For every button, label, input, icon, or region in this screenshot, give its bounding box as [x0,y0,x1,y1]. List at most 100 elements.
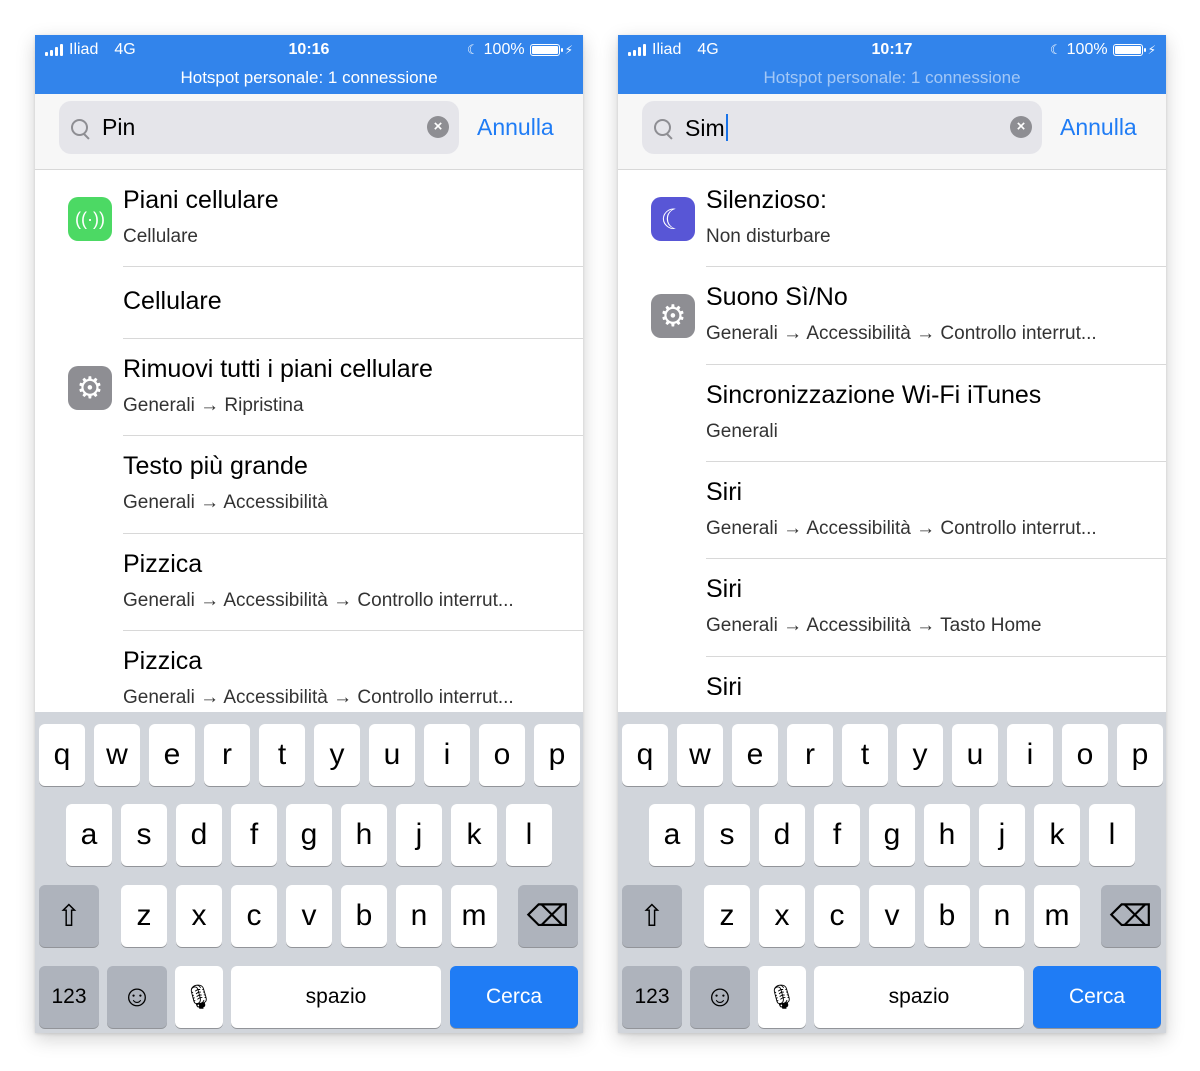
key-p[interactable]: p [1117,724,1163,786]
key-h[interactable]: h [924,804,970,866]
search-input[interactable]: Pin × [59,101,459,154]
key-n[interactable]: n [979,885,1025,947]
list-item[interactable]: Siri [618,657,1166,712]
key-d[interactable]: d [176,804,222,866]
list-item[interactable]: Siri Generali → Accessibilità → Controll… [618,462,1166,559]
item-title: Piani cellulare [123,186,279,214]
key-g[interactable]: g [869,804,915,866]
key-z[interactable]: z [704,885,750,947]
search-key[interactable]: Cerca [450,966,578,1028]
cancel-button[interactable]: Annulla [477,114,554,141]
mic-key[interactable]: 🎙 [758,966,806,1028]
key-o[interactable]: o [1062,724,1108,786]
phone-screen-right: Iliad 4G 10:17 ☾ 100% ⚡ Hotspot personal… [618,35,1166,1033]
key-j[interactable]: j [396,804,442,866]
space-key[interactable]: spazio [231,966,441,1028]
key-r[interactable]: r [204,724,250,786]
item-subtitle: Generali → Ripristina [123,395,304,416]
key-w[interactable]: w [677,724,723,786]
key-a[interactable]: a [66,804,112,866]
key-g[interactable]: g [286,804,332,866]
list-item[interactable]: Sincronizzazione Wi-Fi iTunes Generali [618,365,1166,462]
dnd-moon-icon: ☾ [1049,42,1062,57]
key-e[interactable]: e [732,724,778,786]
search-key[interactable]: Cerca [1033,966,1161,1028]
key-o[interactable]: o [479,724,525,786]
results-list: ☾ Silenzioso: Non disturbare ⚙ Suono Sì/… [618,170,1166,712]
key-r[interactable]: r [787,724,833,786]
key-q[interactable]: q [622,724,668,786]
key-v[interactable]: v [286,885,332,947]
list-item[interactable]: ⚙ Rimuovi tutti i piani cellulare Genera… [35,339,583,436]
key-j[interactable]: j [979,804,1025,866]
list-item[interactable]: Pizzica Generali → Accessibilità → Contr… [35,631,583,712]
key-k[interactable]: k [1034,804,1080,866]
key-i[interactable]: i [1007,724,1053,786]
shift-key[interactable]: ⇧ [622,885,682,947]
list-item[interactable]: Cellulare [35,267,583,339]
list-item[interactable]: ((·)) Piani cellulare Cellulare [35,170,583,267]
key-c[interactable]: c [814,885,860,947]
list-item[interactable]: ☾ Silenzioso: Non disturbare [618,170,1166,267]
key-x[interactable]: x [759,885,805,947]
clear-icon[interactable]: × [427,116,449,138]
key-i[interactable]: i [424,724,470,786]
hotspot-banner[interactable]: Hotspot personale: 1 connessione [35,68,583,88]
key-y[interactable]: y [897,724,943,786]
search-icon [654,119,671,136]
key-h[interactable]: h [341,804,387,866]
space-key[interactable]: spazio [814,966,1024,1028]
list-item[interactable]: Pizzica Generali → Accessibilità → Contr… [35,534,583,631]
search-query: Sim [685,115,725,141]
key-p[interactable]: p [534,724,580,786]
numbers-key[interactable]: 123 [622,966,682,1028]
key-d[interactable]: d [759,804,805,866]
key-u[interactable]: u [369,724,415,786]
microphone-icon: 🎙 [766,983,798,1011]
key-z[interactable]: z [121,885,167,947]
list-item[interactable]: Testo più grande Generali → Accessibilit… [35,436,583,534]
results-list: ((·)) Piani cellulare Cellulare Cellular… [35,170,583,712]
key-q[interactable]: q [39,724,85,786]
key-s[interactable]: s [704,804,750,866]
item-subtitle: Non disturbare [706,226,831,247]
list-item[interactable]: ⚙ Suono Sì/No Generali → Accessibilità →… [618,267,1166,365]
shift-key[interactable]: ⇧ [39,885,99,947]
cancel-button[interactable]: Annulla [1060,114,1137,141]
key-n[interactable]: n [396,885,442,947]
emoji-key[interactable]: ☺ [690,966,750,1028]
key-f[interactable]: f [231,804,277,866]
hotspot-banner[interactable]: Hotspot personale: 1 connessione [618,68,1166,88]
key-f[interactable]: f [814,804,860,866]
key-t[interactable]: t [842,724,888,786]
key-b[interactable]: b [924,885,970,947]
key-y[interactable]: y [314,724,360,786]
key-e[interactable]: e [149,724,195,786]
key-u[interactable]: u [952,724,998,786]
key-l[interactable]: l [1089,804,1135,866]
key-v[interactable]: v [869,885,915,947]
key-k[interactable]: k [451,804,497,866]
item-title: Suono Sì/No [706,283,848,311]
key-m[interactable]: m [1034,885,1080,947]
item-title: Siri [706,575,743,603]
status-bar: Iliad 4G 10:16 ☾ 100% ⚡ Hotspot personal… [35,35,583,94]
key-w[interactable]: w [94,724,140,786]
backspace-key[interactable]: ⌫ [518,885,578,947]
clear-icon[interactable]: × [1010,116,1032,138]
key-a[interactable]: a [649,804,695,866]
key-s[interactable]: s [121,804,167,866]
list-item[interactable]: Siri Generali → Accessibilità → Tasto Ho… [618,559,1166,657]
key-t[interactable]: t [259,724,305,786]
key-c[interactable]: c [231,885,277,947]
backspace-key[interactable]: ⌫ [1101,885,1161,947]
emoji-key[interactable]: ☺ [107,966,167,1028]
key-l[interactable]: l [506,804,552,866]
key-m[interactable]: m [451,885,497,947]
search-input[interactable]: Sim × [642,101,1042,154]
key-b[interactable]: b [341,885,387,947]
key-x[interactable]: x [176,885,222,947]
numbers-key[interactable]: 123 [39,966,99,1028]
search-query: Pin [102,114,136,140]
mic-key[interactable]: 🎙 [175,966,223,1028]
